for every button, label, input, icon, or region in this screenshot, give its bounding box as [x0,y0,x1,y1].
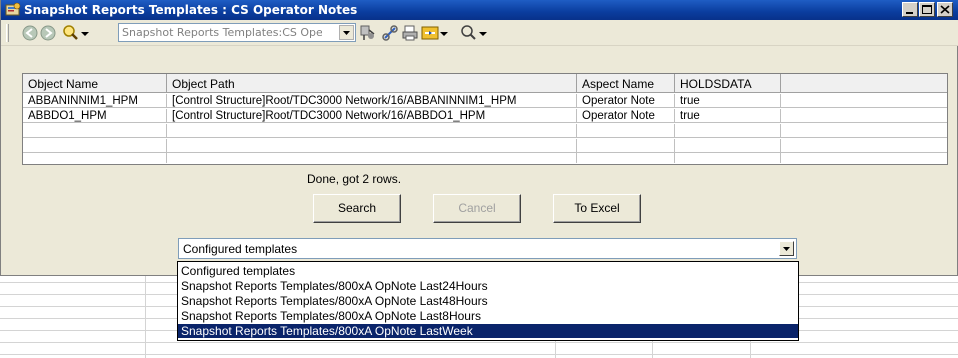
close-button[interactable] [937,2,953,17]
cell-aspect-name [577,124,675,138]
cell-empty [781,149,947,163]
column-header-object-name[interactable]: Object Name [23,74,167,93]
to-excel-button[interactable]: To Excel [553,194,641,223]
print-icon[interactable] [401,24,419,42]
cell-holdsdata: true [675,109,781,123]
search-button[interactable]: Search [313,194,401,223]
cell-empty [781,109,947,123]
template-option[interactable]: Snapshot Reports Templates/800xA OpNote … [178,309,798,323]
cell-object-name: ABBDO1_HPM [23,109,167,123]
window-title: Snapshot Reports Templates : CS Operator… [24,3,358,17]
cell-object-path [167,124,577,138]
template-option[interactable]: Configured templates [178,264,798,278]
dropdown-arrow-icon[interactable] [80,24,90,42]
toolbar: Snapshot Reports Templates:CS Ope [1,20,958,46]
forward-icon[interactable] [39,24,57,42]
snapshot-reports-icon [5,2,21,16]
column-header-holdsdata[interactable]: HOLDSDATA [675,74,781,93]
table-row[interactable] [23,124,947,138]
chevron-down-icon[interactable] [779,241,794,256]
cell-object-path [167,149,577,163]
template-path-combo[interactable]: Snapshot Reports Templates:CS Ope [118,23,356,42]
cell-empty [781,124,947,138]
chevron-down-icon[interactable] [339,25,354,40]
table-header: Object Name Object Path Aspect Name HOLD… [23,74,947,93]
cell-object-name [23,124,167,138]
status-text: Done, got 2 rows. [307,172,402,186]
cell-aspect-name: Operator Note [577,94,675,108]
template-option[interactable]: Snapshot Reports Templates/800xA OpNote … [178,294,798,308]
cell-holdsdata [675,124,781,138]
maximize-button[interactable] [919,2,935,17]
chevron-down-icon[interactable] [478,24,488,42]
cell-aspect-name: Operator Note [577,109,675,123]
cell-object-path: [Control Structure]Root/TDC3000 Network/… [167,94,577,108]
view-icon[interactable] [421,24,439,42]
search-icon[interactable] [61,24,79,42]
template-select-value: Configured templates [183,242,298,256]
cell-aspect-name [577,149,675,163]
cancel-button[interactable]: Cancel [433,194,521,223]
column-header-object-path[interactable]: Object Path [167,74,577,93]
back-icon[interactable] [21,24,39,42]
zoom-icon[interactable] [459,24,477,42]
cell-holdsdata: true [675,94,781,108]
template-option-selected[interactable]: Snapshot Reports Templates/800xA OpNote … [178,324,798,338]
template-path-value: Snapshot Reports Templates:CS Ope [122,26,322,39]
cell-holdsdata [675,149,781,163]
table-row[interactable] [23,149,947,163]
toolbar-grip[interactable] [6,24,9,42]
table-row[interactable]: ABBDO1_HPM [Control Structure]Root/TDC30… [23,109,947,123]
minimize-button[interactable] [902,2,918,17]
template-select[interactable]: Configured templates [178,238,797,259]
results-table: Object Name Object Path Aspect Name HOLD… [22,73,948,165]
cell-object-name: ABBANINNIM1_HPM [23,94,167,108]
chevron-down-icon[interactable] [439,24,449,42]
column-header-empty[interactable] [781,74,947,93]
title-bar[interactable]: Snapshot Reports Templates : CS Operator… [1,0,958,20]
cell-object-path: [Control Structure]Root/TDC3000 Network/… [167,109,577,123]
column-header-aspect-name[interactable]: Aspect Name [577,74,675,93]
cell-empty [781,94,947,108]
table-row[interactable]: ABBANINNIM1_HPM [Control Structure]Root/… [23,94,947,108]
pin-icon[interactable] [358,24,376,42]
template-option[interactable]: Snapshot Reports Templates/800xA OpNote … [178,279,798,293]
template-options-list: Configured templates Snapshot Reports Te… [177,261,799,341]
link-icon[interactable] [381,24,399,42]
cell-object-name [23,149,167,163]
snapshot-reports-window: Snapshot Reports Templates : CS Operator… [0,0,958,276]
